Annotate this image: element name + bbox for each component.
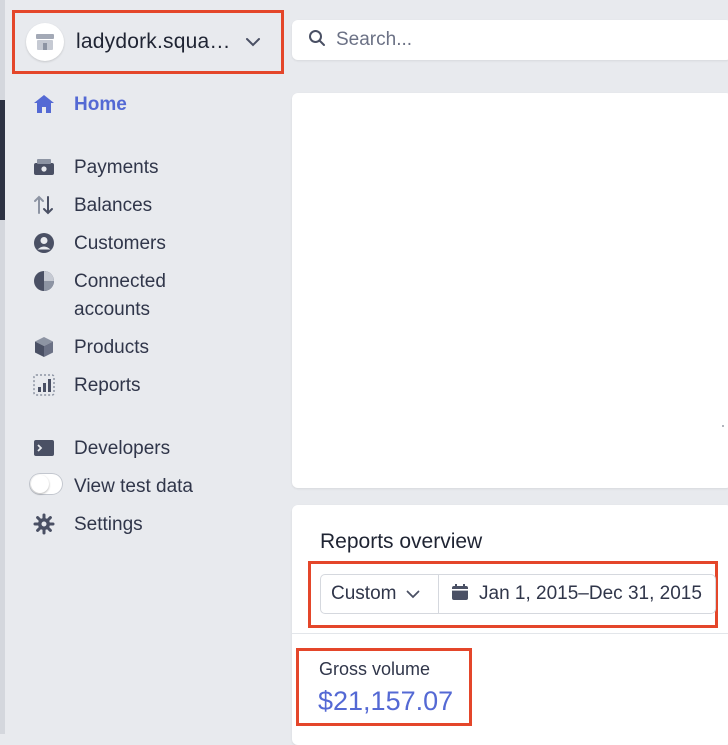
date-range-picker[interactable]: Jan 1, 2015–Dec 31, 2015: [439, 575, 715, 613]
sidebar-item-payments[interactable]: Payments: [32, 154, 158, 182]
account-switcher[interactable]: ladydork.squa…: [12, 10, 284, 74]
gross-volume-value[interactable]: $21,157.07: [318, 686, 453, 717]
sidebar-item-developers[interactable]: Developers: [32, 435, 170, 463]
reports-overview-title: Reports overview: [320, 530, 483, 553]
calendar-icon: [451, 583, 469, 606]
account-name: ladydork.squa…: [76, 30, 231, 53]
sidebar-item-label: Products: [74, 337, 149, 358]
sidebar-item-reports[interactable]: Reports: [32, 372, 141, 400]
sidebar-item-label: Developers: [74, 438, 171, 459]
customers-icon: [32, 231, 56, 255]
sidebar-item-label: Connected accounts: [74, 271, 166, 320]
sidebar-item-label: Settings: [74, 514, 143, 535]
sidebar-item-balances[interactable]: Balances: [32, 192, 152, 220]
test-data-toggle[interactable]: View test data: [29, 473, 193, 501]
sidebar-item-label: Reports: [74, 375, 141, 396]
sidebar-item-label: Balances: [74, 195, 153, 216]
sidebar-item-label: Customers: [74, 233, 166, 254]
sidebar-item-label: Home: [74, 94, 127, 115]
reports-icon: [32, 373, 56, 397]
sidebar-item-label: View test data: [74, 476, 194, 497]
edge-shadow: [0, 100, 5, 220]
chart-panel: [292, 93, 728, 488]
period-select[interactable]: Custom: [321, 575, 439, 613]
sidebar-item-connected-accounts[interactable]: Connected accounts: [32, 268, 166, 324]
date-filter: Custom Jan 1, 2015–Dec 31, 2015: [320, 574, 716, 614]
connected-accounts-icon: [32, 269, 56, 293]
chevron-down-icon: [406, 590, 420, 599]
search-placeholder: Search...: [336, 29, 413, 50]
sidebar-item-home[interactable]: Home: [32, 91, 127, 119]
sidebar-item-label: Payments: [74, 157, 159, 178]
products-icon: [32, 335, 56, 359]
panel-edge-mark: [722, 425, 724, 427]
gross-volume-label: Gross volume: [319, 659, 431, 679]
payments-icon: [32, 155, 56, 179]
chevron-down-icon: [245, 37, 261, 47]
search-icon: [308, 29, 326, 52]
balances-icon: [32, 193, 56, 217]
toggle-switch[interactable]: [29, 473, 63, 495]
home-icon: [32, 92, 56, 116]
toggle-knob: [31, 475, 49, 493]
gear-icon: [32, 512, 56, 536]
date-range-value: Jan 1, 2015–Dec 31, 2015: [479, 583, 702, 604]
sidebar-item-settings[interactable]: Settings: [32, 511, 143, 539]
search-input[interactable]: Search...: [292, 20, 728, 60]
store-icon: [26, 23, 64, 61]
sidebar-item-products[interactable]: Products: [32, 334, 149, 362]
sidebar-item-customers[interactable]: Customers: [32, 230, 166, 258]
terminal-icon: [32, 436, 56, 460]
period-select-value: Custom: [331, 583, 397, 604]
section-divider: [292, 633, 728, 634]
